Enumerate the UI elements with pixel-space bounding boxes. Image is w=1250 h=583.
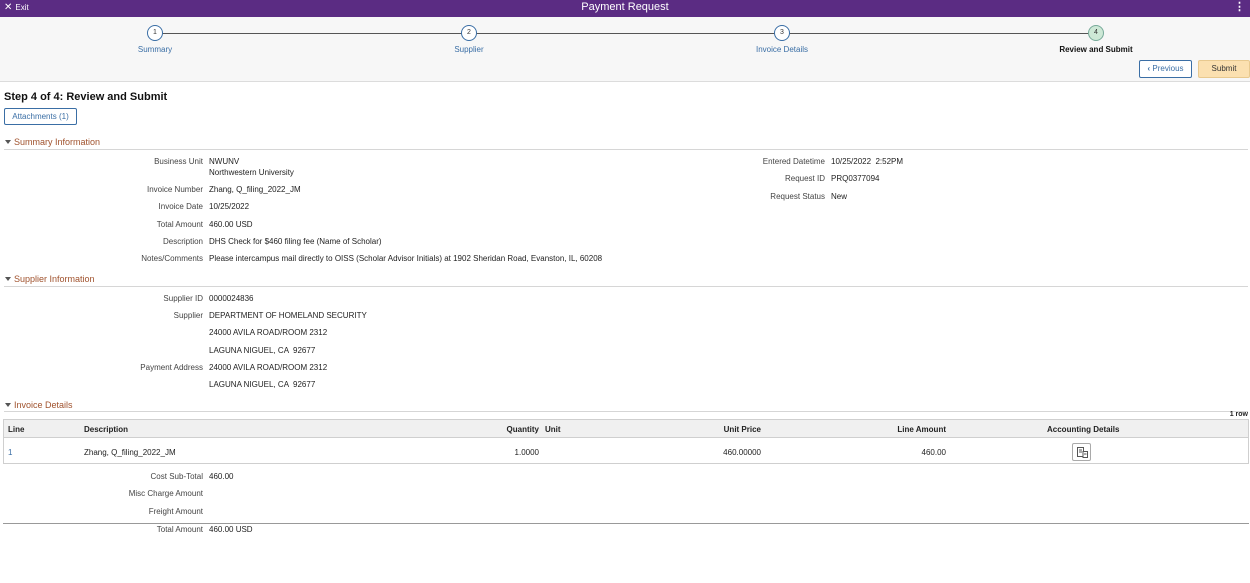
description-label: Description <box>162 237 203 246</box>
notes-label: Notes/Comments <box>141 254 203 263</box>
request-status-label: Request Status <box>770 192 825 201</box>
misc-charge-label: Misc Charge Amount <box>128 489 203 498</box>
section-divider <box>4 286 1248 287</box>
supplier-section-toggle[interactable]: Supplier Information <box>5 274 95 284</box>
col-line-amount: Line Amount <box>897 425 946 434</box>
step-label: Review and Submit <box>1059 45 1133 54</box>
collapse-triangle-icon <box>5 403 11 407</box>
step-invoice-details[interactable]: 3 Invoice Details <box>722 25 842 54</box>
business-unit-desc: Northwestern University <box>209 168 294 177</box>
payment-address-line2: LAGUNA NIGUEL, CA 92677 <box>209 380 316 389</box>
col-accounting-details: Accounting Details <box>1047 425 1120 434</box>
col-line: Line <box>8 425 25 434</box>
cell-line-amount: 460.00 <box>921 448 946 457</box>
total-amount-value: 460.00 USD <box>209 220 253 229</box>
step-label: Invoice Details <box>755 45 809 54</box>
summary-section-toggle[interactable]: Summary Information <box>5 137 100 147</box>
supplier-id-value: 0000024836 <box>209 294 254 303</box>
step-connector <box>155 33 1096 34</box>
request-status-value: New <box>831 192 848 201</box>
chevron-left-icon: ‹ <box>1147 64 1151 73</box>
invoice-total-value: 460.00 USD <box>209 525 253 534</box>
previous-button[interactable]: ‹ Previous <box>1139 60 1192 78</box>
page-heading: Step 4 of 4: Review and Submit <box>4 91 168 103</box>
previous-label: Previous <box>1152 64 1184 73</box>
total-amount-label: Total Amount <box>156 220 203 229</box>
section-divider <box>4 149 1248 150</box>
notes-value: Please intercampus mail directly to OISS… <box>209 254 603 263</box>
cost-subtotal-label: Cost Sub-Total <box>150 472 203 481</box>
invoice-date-value: 10/25/2022 <box>209 202 250 211</box>
section-title: Invoice Details <box>14 400 73 410</box>
accounting-details-button[interactable] <box>1072 443 1091 461</box>
supplier-address-line2: LAGUNA NIGUEL, CA 92677 <box>209 346 316 355</box>
page-title: Payment Request <box>581 1 669 13</box>
submit-button[interactable]: Submit <box>1198 60 1250 78</box>
col-quantity: Quantity <box>506 425 539 434</box>
step-number: 3 <box>774 25 790 41</box>
supplier-label: Supplier <box>173 311 203 320</box>
entered-datetime-label: Entered Datetime <box>762 157 825 166</box>
step-label: Supplier <box>454 45 484 54</box>
step-number: 1 <box>147 25 163 41</box>
business-unit-value: NWUNV <box>209 157 240 166</box>
cost-subtotal-value: 460.00 <box>209 472 234 481</box>
description-value: DHS Check for $460 filing fee (Name of S… <box>209 237 382 246</box>
cell-description: Zhang, Q_filing_2022_JM <box>84 448 176 457</box>
step-label: Summary <box>137 45 173 54</box>
step-summary[interactable]: 1 Summary <box>95 25 215 54</box>
attachments-button[interactable]: Attachments (1) <box>4 108 77 125</box>
step-review-and-submit[interactable]: 4 Review and Submit <box>1036 25 1156 54</box>
supplier-name-value: DEPARTMENT OF HOMELAND SECURITY <box>209 311 367 320</box>
payment-address-line1: 24000 AVILA ROAD/ROOM 2312 <box>209 363 328 372</box>
invoice-number-value: Zhang, Q_filing_2022_JM <box>209 185 301 194</box>
invoice-section-toggle[interactable]: Invoice Details <box>5 400 73 410</box>
invoice-lines-grid: Line Description Quantity Unit Unit Pric… <box>3 419 1249 464</box>
section-title: Supplier Information <box>14 274 95 284</box>
more-options-icon[interactable]: ⋮ <box>1234 1 1245 14</box>
entered-datetime-value: 10/25/2022 2:52PM <box>831 157 904 166</box>
collapse-triangle-icon <box>5 277 11 281</box>
totals-divider <box>3 523 1249 524</box>
collapse-triangle-icon <box>5 140 11 144</box>
section-title: Summary Information <box>14 137 101 147</box>
payment-address-label: Payment Address <box>140 363 203 372</box>
row-count: 1 row <box>1229 411 1248 418</box>
step-supplier[interactable]: 2 Supplier <box>409 25 529 54</box>
request-id-label: Request ID <box>784 174 825 183</box>
step-number: 2 <box>461 25 477 41</box>
title-bar: ✕ Exit Payment Request ⋮ <box>0 0 1250 17</box>
step-train: 1 Summary 2 Supplier 3 Invoice Details 4… <box>0 17 1250 82</box>
accounting-details-icon <box>1077 447 1088 458</box>
section-divider <box>4 411 1248 412</box>
invoice-number-label: Invoice Number <box>146 185 203 194</box>
col-unit: Unit <box>545 425 561 434</box>
invoice-total-label: Total Amount <box>156 525 203 534</box>
col-unit-price: Unit Price <box>723 425 761 434</box>
step-number: 4 <box>1088 25 1104 41</box>
invoice-date-label: Invoice Date <box>158 202 203 211</box>
col-description: Description <box>84 425 129 434</box>
grid-header: Line Description Quantity Unit Unit Pric… <box>4 420 1248 438</box>
cell-line[interactable]: 1 <box>8 448 12 457</box>
cell-unit-price: 460.00000 <box>723 448 761 457</box>
cell-quantity: 1.0000 <box>514 448 539 457</box>
supplier-address-line1: 24000 AVILA ROAD/ROOM 2312 <box>209 328 328 337</box>
request-id-value: PRQ0377094 <box>831 174 880 183</box>
freight-amount-label: Freight Amount <box>148 507 203 516</box>
supplier-id-label: Supplier ID <box>163 294 203 303</box>
business-unit-label: Business Unit <box>154 157 203 166</box>
